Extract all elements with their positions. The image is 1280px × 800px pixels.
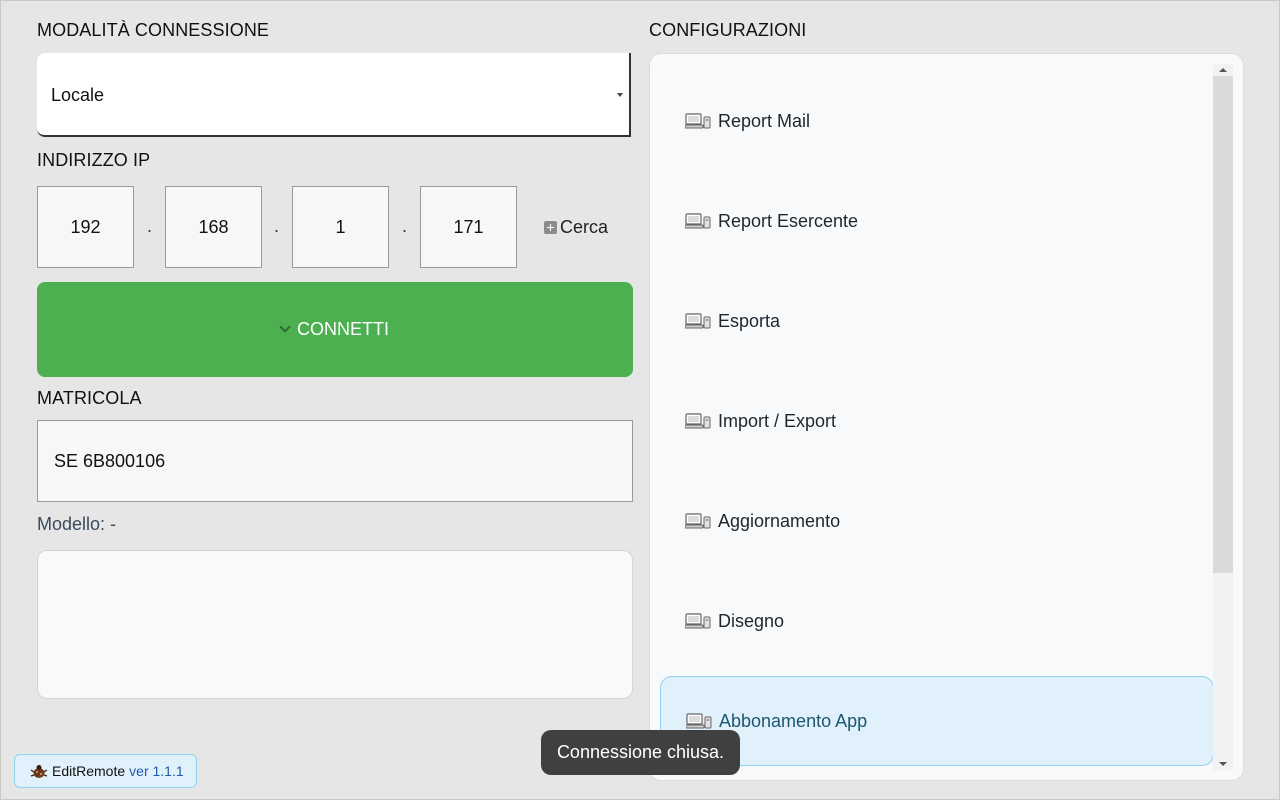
configurations-list: Report Mail Report Esercente Esporta Import… (649, 53, 1244, 781)
config-item-label: Disegno (718, 610, 785, 631)
computer-icon (685, 313, 711, 329)
plus-icon (544, 220, 557, 234)
matricola-title: MATRICOLA (37, 388, 142, 408)
scroll-down-icon[interactable] (1219, 762, 1227, 766)
toast-notification: Connessione chiusa. (541, 730, 740, 775)
model-label: Modello: - (37, 514, 117, 534)
scrollbar[interactable] (1213, 64, 1233, 770)
search-button-label: Cerca (560, 216, 609, 237)
toast-message: Connessione chiusa. (556, 742, 725, 762)
bug-logo-icon (30, 765, 48, 778)
connection-mode-select[interactable]: Locale (37, 53, 631, 137)
config-item-label: Abbonamento App (719, 710, 868, 731)
computer-icon (686, 713, 712, 729)
search-button[interactable]: Cerca (544, 215, 608, 239)
config-item-label: Report Mail (718, 110, 811, 131)
config-item[interactable]: Import / Export (660, 376, 1214, 466)
ip-octet-3-input[interactable]: 1 (292, 186, 389, 268)
config-item-label: Aggiornamento (718, 510, 841, 531)
ip-separator: . (402, 216, 408, 236)
connection-mode-value: Locale (51, 85, 105, 105)
config-item[interactable]: Esporta (660, 276, 1214, 366)
ip-separator: . (147, 216, 153, 236)
scroll-up-icon[interactable] (1219, 68, 1227, 72)
configurations-title: CONFIGURAZIONI (649, 20, 807, 40)
model-info-box (37, 550, 633, 699)
ip-octet-4-input[interactable]: 171 (420, 186, 517, 268)
computer-icon (685, 213, 711, 229)
chevron-down-icon (279, 320, 291, 333)
connect-button-label: CONNETTI (297, 319, 389, 339)
ip-octet-1-input[interactable]: 192 (37, 186, 134, 268)
config-item[interactable]: Disegno (660, 576, 1214, 666)
ip-separator: . (274, 216, 280, 236)
config-item[interactable]: Report Mail (660, 76, 1214, 166)
matricola-input[interactable]: SE 6B800106 (37, 420, 633, 502)
app-name: EditRemote (52, 763, 126, 779)
connect-button[interactable]: CONNETTI (37, 282, 633, 377)
connection-mode-title: MODALITÀ CONNESSIONE (37, 20, 270, 40)
config-item[interactable]: Abbonamento App (660, 676, 1214, 766)
chevron-down-icon (617, 93, 623, 97)
version-badge: EditRemote ver 1.1.1 (14, 754, 197, 788)
config-item-label: Report Esercente (718, 210, 859, 231)
scrollbar-thumb[interactable] (1213, 76, 1233, 573)
ip-octet-2-input[interactable]: 168 (165, 186, 262, 268)
computer-icon (685, 413, 711, 429)
config-item-label: Import / Export (718, 410, 837, 431)
config-item[interactable]: Report Esercente (660, 176, 1214, 266)
computer-icon (685, 513, 711, 529)
ip-address-title: INDIRIZZO IP (37, 150, 151, 170)
computer-icon (685, 613, 711, 629)
computer-icon (685, 113, 711, 129)
app-version: ver 1.1.1 (129, 763, 184, 779)
config-item-label: Esporta (718, 310, 781, 331)
config-item[interactable]: Aggiornamento (660, 476, 1214, 566)
